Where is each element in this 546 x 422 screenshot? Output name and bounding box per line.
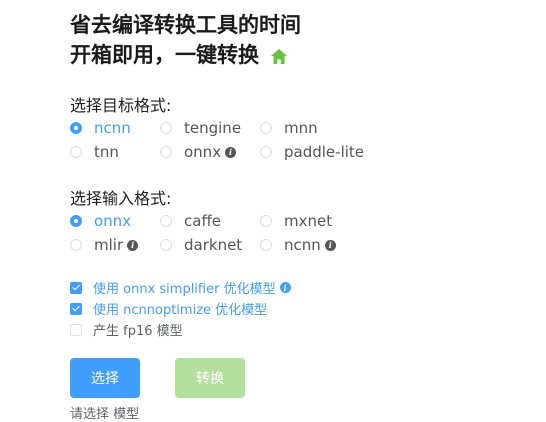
- target-radio-ncnn[interactable]: ncnn: [70, 118, 160, 138]
- radio-label: tengine: [184, 119, 242, 137]
- info-icon[interactable]: i: [279, 282, 291, 293]
- radio-label: ncnn: [94, 119, 131, 137]
- radio-circle[interactable]: [160, 122, 172, 134]
- radio-circle[interactable]: [260, 239, 272, 251]
- target-radio-onnx[interactable]: onnx i: [160, 142, 260, 162]
- hero: 省去编译转换工具的时间 开箱即用，一键转换: [70, 10, 301, 70]
- radio-circle[interactable]: [160, 146, 172, 158]
- hero-line-1: 省去编译转换工具的时间: [70, 13, 301, 37]
- model-hint: 请选择 模型: [70, 407, 140, 422]
- radio-label: paddle-lite: [284, 143, 365, 161]
- input-radio-mxnet[interactable]: mxnet: [260, 211, 390, 231]
- radio-circle[interactable]: [260, 215, 272, 227]
- radio-label: ncnn: [284, 236, 321, 254]
- info-icon[interactable]: i: [127, 239, 139, 251]
- input-radio-caffe[interactable]: caffe: [160, 211, 260, 231]
- input-radio-darknet[interactable]: darknet: [160, 235, 260, 255]
- target-radio-paddle-lite[interactable]: paddle-lite: [260, 142, 390, 162]
- target-radio-tnn[interactable]: tnn: [70, 142, 160, 162]
- radio-label: tnn: [94, 143, 119, 161]
- radio-circle[interactable]: [70, 239, 82, 251]
- radio-circle[interactable]: [70, 122, 82, 134]
- target-format-title: 选择目标格式:: [70, 96, 172, 115]
- radio-label: darknet: [184, 236, 243, 254]
- radio-circle[interactable]: [260, 122, 272, 134]
- radio-label: onnx: [94, 212, 132, 230]
- info-icon[interactable]: i: [225, 146, 237, 158]
- radio-label: caffe: [184, 212, 222, 230]
- radio-circle[interactable]: [70, 215, 82, 227]
- hero-line-2: 开箱即用，一键转换: [70, 40, 301, 70]
- checkbox-label: 使用 onnx simplifier 优化模型: [93, 282, 276, 297]
- input-radio-onnx[interactable]: onnx: [70, 211, 160, 231]
- radio-circle[interactable]: [70, 146, 82, 158]
- select-button[interactable]: 选择: [70, 358, 140, 398]
- hero-line-2-text: 开箱即用，一键转换: [70, 43, 259, 67]
- radio-label: mxnet: [284, 212, 333, 230]
- radio-label: mlir: [94, 236, 124, 254]
- home-icon: [269, 45, 289, 65]
- info-icon[interactable]: i: [324, 239, 336, 251]
- radio-circle[interactable]: [160, 215, 172, 227]
- option-checkbox-0[interactable]: 使用 onnx simplifier 优化模型 i: [70, 277, 291, 298]
- checkbox[interactable]: [70, 302, 82, 315]
- input-format-group: onnx caffe mxnet mlir i darknet ncnn i: [70, 211, 390, 255]
- option-checkbox-2[interactable]: 产生 fp16 模型: [70, 319, 291, 340]
- radio-label: mnn: [284, 119, 318, 137]
- input-format-title: 选择输入格式:: [70, 189, 172, 208]
- radio-label: onnx: [184, 143, 222, 161]
- checkbox-label: 使用 ncnnoptimize 优化模型: [93, 303, 268, 318]
- radio-circle[interactable]: [160, 239, 172, 251]
- input-radio-ncnn[interactable]: ncnn i: [260, 235, 390, 255]
- checkbox-label: 产生 fp16 模型: [93, 324, 183, 339]
- optimize-options: 使用 onnx simplifier 优化模型 i 使用 ncnnoptimize …: [70, 277, 291, 340]
- target-format-group: ncnn tengine mnn tnn onnx i paddle-lite: [70, 118, 390, 162]
- convert-button[interactable]: 转换: [175, 358, 245, 398]
- option-checkbox-1[interactable]: 使用 ncnnoptimize 优化模型: [70, 298, 291, 319]
- input-radio-mlir[interactable]: mlir i: [70, 235, 160, 255]
- radio-circle[interactable]: [260, 146, 272, 158]
- target-radio-mnn[interactable]: mnn: [260, 118, 390, 138]
- checkbox[interactable]: [70, 281, 82, 294]
- target-radio-tengine[interactable]: tengine: [160, 118, 260, 138]
- checkbox[interactable]: [70, 323, 82, 336]
